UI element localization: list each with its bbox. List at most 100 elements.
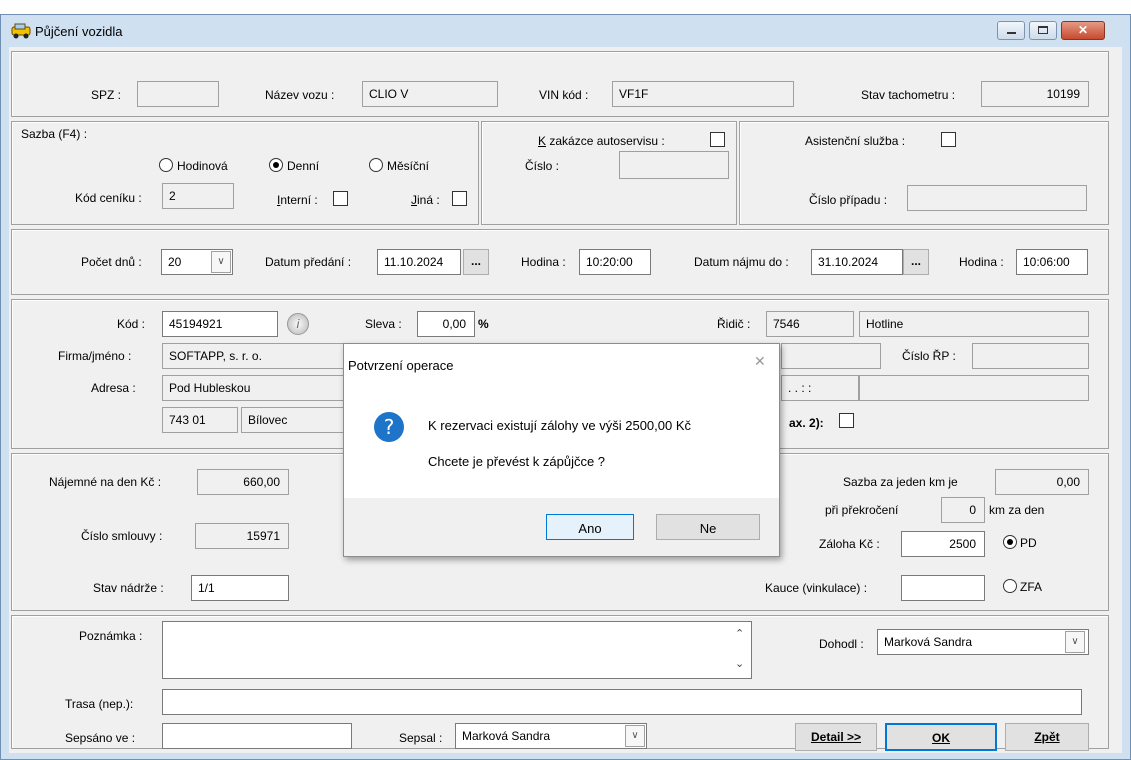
detail-button[interactable]: Detail >>: [795, 723, 877, 751]
driver-name-field[interactable]: Hotline: [859, 311, 1089, 337]
rent-until-field[interactable]: 31.10.2024: [811, 249, 903, 275]
written-by-label: Sepsal :: [399, 731, 443, 745]
rent-until-picker-button[interactable]: ...: [903, 249, 929, 275]
spz-label: SPZ :: [91, 88, 122, 102]
payment-pd-label: PD: [1020, 536, 1037, 550]
agreed-field[interactable]: Marková Sandra: [877, 629, 1089, 655]
agreed-dropdown-icon[interactable]: ∨: [1065, 631, 1085, 653]
case-number-label: Číslo případu :: [809, 193, 888, 207]
car-name-field[interactable]: CLIO V: [362, 81, 498, 107]
background-strip: [0, 0, 1131, 14]
odometer-field[interactable]: 10199: [981, 81, 1089, 107]
dialog-title: Potvrzení operace: [348, 358, 454, 373]
km-per-day-label: km za den: [989, 503, 1045, 517]
car-icon: [11, 23, 31, 39]
max-checkbox[interactable]: [839, 413, 854, 428]
bail-field[interactable]: [901, 575, 985, 601]
written-by-field[interactable]: Marková Sandra: [455, 723, 647, 749]
customer-code-field[interactable]: 45194921: [162, 311, 278, 337]
internal-checkbox[interactable]: [333, 191, 348, 206]
vin-field[interactable]: VF1F: [612, 81, 794, 107]
handover-hour-field[interactable]: 10:20:00: [579, 249, 651, 275]
assistance-label: Asistenční služba :: [805, 134, 906, 148]
autoservice-checkbox[interactable]: [710, 132, 725, 147]
other-label: Jiná :: [411, 193, 440, 207]
written-in-field[interactable]: [162, 723, 352, 749]
handover-date-field[interactable]: 11.10.2024: [377, 249, 461, 275]
dialog-close-icon[interactable]: ✕: [754, 354, 766, 370]
address-extra-field[interactable]: [859, 375, 1089, 401]
maximize-button[interactable]: [1029, 21, 1057, 40]
days-dropdown-icon[interactable]: ∨: [211, 251, 231, 273]
dialog-yes-button[interactable]: Ano: [546, 514, 634, 540]
daily-rent-field[interactable]: 660,00: [197, 469, 289, 495]
rate-hourly-label: Hodinová: [177, 159, 228, 173]
window-title: Půjčení vozidla: [35, 24, 123, 39]
assistance-checkbox[interactable]: [941, 132, 956, 147]
back-button[interactable]: Zpět: [1005, 723, 1089, 751]
written-by-dropdown-icon[interactable]: ∨: [625, 725, 645, 747]
question-icon: ?: [374, 412, 404, 442]
minimize-button[interactable]: [997, 21, 1025, 40]
company-extra-field[interactable]: [781, 343, 881, 369]
driving-licence-field[interactable]: [972, 343, 1089, 369]
note-scroll-up-icon[interactable]: ⌃: [735, 627, 744, 640]
route-field[interactable]: [162, 689, 1082, 715]
exceed-field[interactable]: 0: [941, 497, 985, 523]
date-mask-field[interactable]: . . : :: [781, 375, 859, 401]
rent-until-label: Datum nájmu do :: [694, 255, 789, 269]
company-label: Firma/jméno :: [58, 349, 132, 363]
max-label: ax. 2):: [789, 416, 824, 430]
case-number-field[interactable]: [907, 185, 1087, 211]
deposit-field[interactable]: 2500: [901, 531, 985, 557]
dialog-no-button[interactable]: Ne: [656, 514, 760, 540]
odometer-label: Stav tachometru :: [861, 88, 956, 102]
vin-label: VIN kód :: [539, 88, 589, 102]
return-hour-field[interactable]: 10:06:00: [1016, 249, 1088, 275]
km-rate-label: Sazba za jeden km je: [843, 475, 958, 489]
spz-field[interactable]: [137, 81, 219, 107]
handover-hour-label: Hodina :: [521, 255, 566, 269]
driver-label: Řidič :: [717, 317, 751, 331]
title-bar: Půjčení vozidla ✕: [1, 15, 1130, 47]
payment-pd-radio[interactable]: [1003, 535, 1017, 549]
rate-hourly-radio[interactable]: [159, 158, 173, 172]
deposit-label: Záloha Kč :: [819, 537, 880, 551]
days-label: Počet dnů :: [81, 255, 142, 269]
address-label: Adresa :: [91, 381, 136, 395]
payment-zfa-radio[interactable]: [1003, 579, 1017, 593]
handover-date-picker-button[interactable]: ...: [463, 249, 489, 275]
order-number-field[interactable]: [619, 151, 729, 179]
driving-licence-label: Číslo ŘP :: [902, 349, 956, 363]
autoservice-label: K zakázce autoservisu :: [538, 134, 665, 148]
price-list-field[interactable]: 2: [162, 183, 234, 209]
note-label: Poznámka :: [79, 629, 143, 643]
note-scroll-down-icon[interactable]: ⌄: [735, 657, 744, 670]
discount-field[interactable]: 0,00: [417, 311, 475, 337]
bail-label: Kauce (vinkulace) :: [765, 581, 868, 595]
info-icon[interactable]: i: [287, 313, 309, 335]
rate-monthly-radio[interactable]: [369, 158, 383, 172]
tank-field[interactable]: 1/1: [191, 575, 289, 601]
rate-daily-radio[interactable]: [269, 158, 283, 172]
handover-date-label: Datum předání :: [265, 255, 352, 269]
written-in-label: Sepsáno ve :: [65, 731, 136, 745]
daily-rent-label: Nájemné na den Kč :: [49, 475, 162, 489]
rate-daily-label: Denní: [287, 159, 320, 173]
discount-label: Sleva :: [365, 317, 402, 331]
dialog-message-line2: Chcete je převést k zápůjčce ?: [428, 454, 606, 469]
close-button[interactable]: ✕: [1061, 21, 1105, 40]
km-rate-field[interactable]: 0,00: [995, 469, 1089, 495]
other-checkbox[interactable]: [452, 191, 467, 206]
discount-unit: %: [478, 317, 489, 331]
tank-label: Stav nádrže :: [93, 581, 164, 595]
driver-code-field[interactable]: 7546: [766, 311, 854, 337]
car-name-label: Název vozu :: [265, 88, 335, 102]
rate-label: Sazba (F4) :: [21, 127, 88, 141]
note-field[interactable]: [162, 621, 752, 679]
contract-field[interactable]: 15971: [195, 523, 289, 549]
ok-button[interactable]: OK: [885, 723, 997, 751]
zip-field[interactable]: 743 01: [162, 407, 238, 433]
order-number-label: Číslo :: [525, 159, 560, 173]
route-label: Trasa (nep.):: [65, 697, 134, 711]
